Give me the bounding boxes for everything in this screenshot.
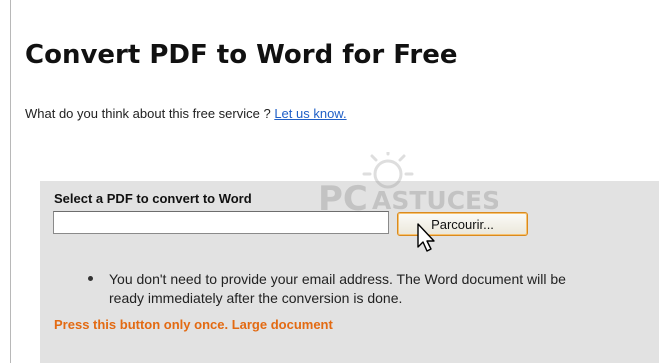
left-border [10,0,11,363]
notes-list: You don't need to provide your email add… [88,270,659,308]
upload-label: Select a PDF to convert to Word [54,191,252,206]
feedback-line: What do you think about this free servic… [25,106,347,121]
pdf-file-input[interactable] [53,211,389,234]
list-item: You don't need to provide your email add… [88,270,659,308]
bullet-dot-icon [88,276,93,281]
feedback-link[interactable]: Let us know. [274,106,346,121]
single-click-warning: Press this button only once. Large docum… [54,317,333,332]
feedback-question: What do you think about this free servic… [25,106,275,121]
page-title: Convert PDF to Word for Free [25,40,458,70]
email-note-text: You don't need to provide your email add… [109,271,566,306]
browse-button[interactable]: Parcourir... [397,212,528,236]
webpage-viewport: Convert PDF to Word for Free What do you… [0,0,659,363]
